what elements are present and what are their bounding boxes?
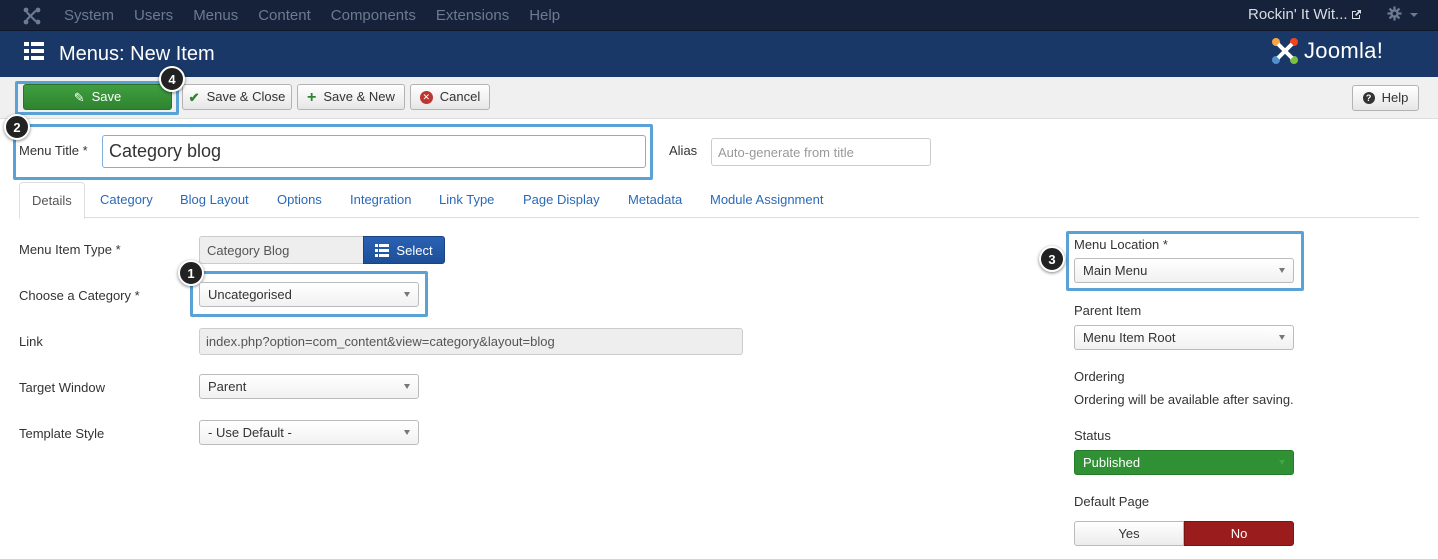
menu-menus[interactable]: Menus <box>193 7 238 24</box>
site-name-link[interactable]: Rockin' It Wit... <box>1248 6 1348 23</box>
cancel-button[interactable]: ✕ Cancel <box>410 84 490 110</box>
chevron-down-icon <box>1279 268 1285 273</box>
cancel-label: Cancel <box>439 89 481 104</box>
tab-link-type[interactable]: Link Type <box>439 182 494 218</box>
tab-bar: Details Category Blog Layout Options Int… <box>19 182 1419 219</box>
save-new-label: Save & New <box>323 89 395 104</box>
menu-content[interactable]: Content <box>258 7 311 24</box>
save-new-button[interactable]: + Save & New <box>297 84 405 110</box>
template-style-select[interactable]: - Use Default - <box>199 420 419 445</box>
help-label: Help <box>1381 90 1409 105</box>
tab-category[interactable]: Category <box>100 182 153 218</box>
select-button-label: Select <box>396 242 433 258</box>
alias-input[interactable]: Auto-generate from title <box>711 138 931 166</box>
save-close-button[interactable]: ✔ Save & Close <box>182 84 292 110</box>
top-menu: System Users Menus Content Components Ex… <box>64 7 580 24</box>
list-icon <box>24 42 44 60</box>
page-header: Menus: New Item Joomla! <box>0 31 1438 77</box>
ordering-label: Ordering <box>1074 369 1125 384</box>
menu-users[interactable]: Users <box>134 7 173 24</box>
highlight-save <box>15 81 179 115</box>
help-button[interactable]: ? Help <box>1352 85 1419 111</box>
plus-icon: + <box>307 88 317 106</box>
default-no-button[interactable]: No <box>1184 521 1294 546</box>
step-badge-3: 3 <box>1039 246 1065 272</box>
target-window-label: Target Window <box>19 380 105 395</box>
menu-title-input[interactable]: Category blog <box>102 135 646 168</box>
tab-blog-layout[interactable]: Blog Layout <box>180 182 249 218</box>
parent-item-value: Menu Item Root <box>1083 330 1176 345</box>
chevron-down-icon <box>404 430 410 435</box>
tab-page-display[interactable]: Page Display <box>523 182 600 218</box>
alias-placeholder: Auto-generate from title <box>718 144 854 160</box>
menu-help[interactable]: Help <box>529 7 560 24</box>
step-badge-4: 4 <box>159 66 185 92</box>
link-field[interactable]: index.php?option=com_content&view=catego… <box>199 328 743 355</box>
menu-system[interactable]: System <box>64 7 114 24</box>
menu-item-type-field: Category Blog <box>199 236 364 264</box>
joomla-logo-icon <box>1272 38 1298 64</box>
menu-item-type-value: Category Blog <box>207 242 290 258</box>
alias-label: Alias <box>669 143 698 158</box>
ordering-note: Ordering will be available after saving. <box>1074 392 1294 407</box>
parent-item-select[interactable]: Menu Item Root <box>1074 325 1294 350</box>
category-select[interactable]: Uncategorised <box>199 282 419 307</box>
menu-title-value: Category blog <box>109 141 222 161</box>
target-window-select[interactable]: Parent <box>199 374 419 399</box>
target-window-value: Parent <box>208 379 247 394</box>
link-value: index.php?option=com_content&view=catego… <box>206 334 555 349</box>
menu-components[interactable]: Components <box>331 7 416 24</box>
question-icon: ? <box>1362 92 1375 104</box>
save-close-label: Save & Close <box>206 89 286 104</box>
default-page-label: Default Page <box>1074 494 1150 509</box>
chevron-down-icon <box>1279 335 1285 340</box>
tab-module-assignment[interactable]: Module Assignment <box>710 182 823 218</box>
gear-icon[interactable] <box>1387 6 1402 21</box>
parent-item-label: Parent Item <box>1074 303 1142 318</box>
status-select[interactable]: Published <box>1074 450 1294 475</box>
menu-extensions[interactable]: Extensions <box>436 7 509 24</box>
toolbar: ✎ Save ✔ Save & Close + Save & New ✕ Can… <box>0 77 1438 119</box>
status-label: Status <box>1074 428 1111 443</box>
status-value: Published <box>1083 455 1141 470</box>
default-yes-button[interactable]: Yes <box>1074 521 1184 546</box>
category-value: Uncategorised <box>208 287 292 302</box>
joomla-logo-text: Joomla! <box>1304 38 1384 63</box>
menu-title-label: Menu Title * <box>19 143 88 158</box>
list-icon <box>375 243 390 257</box>
menu-item-type-label: Menu Item Type * <box>19 242 121 257</box>
joomla-icon[interactable] <box>22 6 42 26</box>
top-navbar: System Users Menus Content Components Ex… <box>0 0 1438 31</box>
tab-metadata[interactable]: Metadata <box>628 182 682 218</box>
category-label: Choose a Category * <box>19 288 140 303</box>
tab-integration[interactable]: Integration <box>350 182 411 218</box>
select-type-button[interactable]: Select <box>363 236 445 264</box>
chevron-down-icon[interactable] <box>1410 13 1418 17</box>
external-link-icon <box>1352 10 1361 19</box>
step-badge-2: 2 <box>4 114 30 140</box>
tab-details[interactable]: Details <box>19 182 85 219</box>
cancel-icon: ✕ <box>419 90 433 104</box>
joomla-logo: Joomla! <box>1270 35 1383 67</box>
template-style-label: Template Style <box>19 426 105 441</box>
chevron-down-icon <box>404 292 410 297</box>
template-style-value: - Use Default - <box>208 425 292 440</box>
checkmark-icon: ✔ <box>188 89 200 105</box>
menu-location-select[interactable]: Main Menu <box>1074 258 1294 283</box>
chevron-down-icon <box>404 384 410 389</box>
default-page-toggle: Yes No <box>1074 521 1294 546</box>
menu-location-value: Main Menu <box>1083 263 1148 278</box>
chevron-down-icon <box>1279 460 1285 465</box>
page-title: Menus: New Item <box>59 43 215 65</box>
tab-options[interactable]: Options <box>277 182 322 218</box>
menu-location-label: Menu Location * <box>1074 237 1168 252</box>
link-label: Link <box>19 334 43 349</box>
